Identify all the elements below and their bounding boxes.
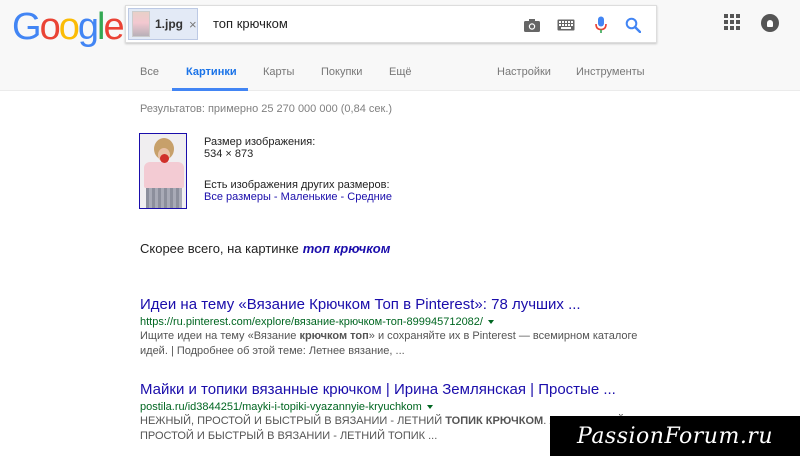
mic-icon[interactable] [591,15,611,35]
separator: - [337,191,348,203]
image-chip-thumbnail [132,11,150,37]
all-sizes-link[interactable]: Все размеры [204,191,271,203]
header-bar: Google 1.jpg × топ крючком [0,0,800,60]
result-title-link[interactable]: Майки и топики вязанные крючком | Ирина … [140,381,660,398]
snippet-text: Ищите идеи на тему «Вязание [140,330,300,342]
image-chip[interactable]: 1.jpg × [128,8,198,40]
search-result: Идеи на тему «Вязание Крючком Топ в Pint… [140,296,660,359]
tab-tools[interactable]: Инструменты [576,66,645,78]
result-url-text: https://ru.pinterest.com/explore/вязание… [140,316,483,328]
logo-letter: o [39,6,61,48]
best-guess: Скорее всего, на картинке топ крючком [140,241,390,256]
query-image-thumbnail[interactable] [139,133,187,209]
google-logo[interactable]: Google [12,6,125,49]
logo-letter: G [12,6,42,48]
result-url: postila.ru/id3844251/mayki-i-topiki-vyaz… [140,401,660,413]
search-tabs: Все Картинки Карты Покупки Ещё Настройки… [0,60,800,91]
snippet-highlight: ТОПИК КРЮЧКОМ [445,415,544,427]
medium-sizes-link[interactable]: Средние [347,191,392,203]
snippet-highlight: крючком топ [299,330,369,342]
separator: - [270,191,281,203]
logo-letter: g [77,6,99,48]
url-dropdown-icon[interactable] [487,320,494,325]
watermark: PassionForum.ru [550,416,800,456]
other-sizes-label: Есть изображения других размеров: [204,179,390,191]
result-title-link[interactable]: Идеи на тему «Вязание Крючком Топ в Pint… [140,296,660,313]
keyboard-icon[interactable] [556,15,576,35]
apps-icon[interactable] [724,14,740,30]
best-guess-label: Скорее всего, на картинке [140,241,299,256]
remove-image-icon[interactable]: × [189,17,197,32]
result-url: https://ru.pinterest.com/explore/вязание… [140,316,660,328]
url-dropdown-icon[interactable] [426,405,433,410]
best-guess-link[interactable]: топ крючком [303,241,391,256]
search-box[interactable]: 1.jpg × топ крючком [125,5,657,43]
camera-icon[interactable] [522,15,542,35]
image-size-label: Размер изображения: [204,136,316,148]
search-icon[interactable] [623,15,643,35]
image-chip-filename: 1.jpg [155,17,184,31]
tab-more[interactable]: Ещё [389,66,412,78]
watermark-text: PassionForum.ru [577,423,773,449]
tab-settings[interactable]: Настройки [497,66,551,78]
snippet-text: НЕЖНЫЙ, ПРОСТОЙ И БЫСТРЫЙ В ВЯЗАНИИ - ЛЕ… [140,415,446,427]
result-url-text: postila.ru/id3844251/mayki-i-topiki-vyaz… [140,401,422,413]
result-stats: Результатов: примерно 25 270 000 000 (0,… [140,103,393,115]
tab-maps[interactable]: Карты [263,66,294,78]
logo-letter: o [58,6,80,48]
logo-letter: e [103,6,124,48]
tab-images[interactable]: Картинки [186,66,237,78]
tab-shopping[interactable]: Покупки [321,66,362,78]
active-tab-indicator [172,88,248,91]
result-snippet: Ищите идеи на тему «Вязание крючком топ»… [140,329,660,359]
small-sizes-link[interactable]: Маленькие [281,191,338,203]
notifications-icon[interactable] [761,14,779,32]
size-links: Все размеры - Маленькие - Средние [204,191,392,203]
image-size-value: 534 × 873 [204,148,254,160]
tab-all[interactable]: Все [140,66,159,78]
search-input[interactable]: топ крючком [213,16,288,31]
